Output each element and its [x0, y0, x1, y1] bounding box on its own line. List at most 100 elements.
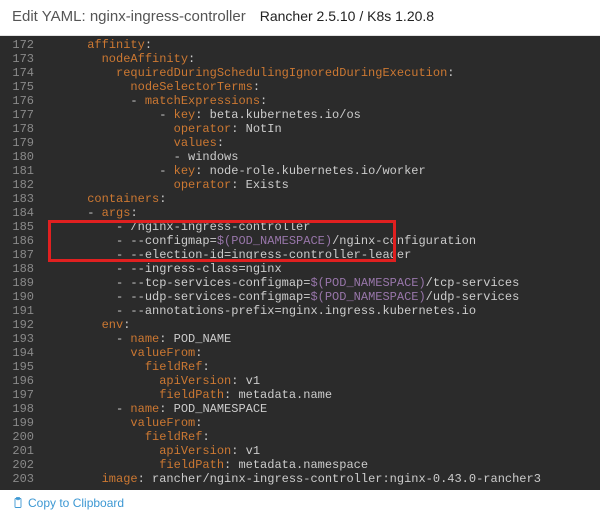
line-content[interactable]: image: rancher/nginx-ingress-controller:…	[44, 472, 600, 486]
code-line[interactable]: 189 - --tcp-services-configmap=$(POD_NAM…	[0, 276, 600, 290]
line-content[interactable]: - key: node-role.kubernetes.io/worker	[44, 164, 600, 178]
code-line[interactable]: 177 - key: beta.kubernetes.io/os	[0, 108, 600, 122]
code-line[interactable]: 201 apiVersion: v1	[0, 444, 600, 458]
line-content[interactable]: - windows	[44, 150, 600, 164]
line-number: 174	[0, 66, 44, 80]
line-content[interactable]: - --udp-services-configmap=$(POD_NAMESPA…	[44, 290, 600, 304]
line-number: 192	[0, 318, 44, 332]
line-content[interactable]: operator: Exists	[44, 178, 600, 192]
line-number: 187	[0, 248, 44, 262]
line-number: 193	[0, 332, 44, 346]
line-number: 177	[0, 108, 44, 122]
code-line[interactable]: 191 - --annotations-prefix=nginx.ingress…	[0, 304, 600, 318]
line-content[interactable]: affinity:	[44, 38, 600, 52]
code-line[interactable]: 190 - --udp-services-configmap=$(POD_NAM…	[0, 290, 600, 304]
line-content[interactable]: fieldPath: metadata.name	[44, 388, 600, 402]
line-content[interactable]: valueFrom:	[44, 416, 600, 430]
code-line[interactable]: 185 - /nginx-ingress-controller	[0, 220, 600, 234]
code-line[interactable]: 197 fieldPath: metadata.name	[0, 388, 600, 402]
line-number: 189	[0, 276, 44, 290]
line-number: 172	[0, 38, 44, 52]
line-content[interactable]: values:	[44, 136, 600, 150]
line-content[interactable]: fieldRef:	[44, 360, 600, 374]
line-number: 199	[0, 416, 44, 430]
line-number: 191	[0, 304, 44, 318]
yaml-editor[interactable]: 172 affinity:173 nodeAffinity:174 requir…	[0, 36, 600, 490]
line-content[interactable]: fieldPath: metadata.namespace	[44, 458, 600, 472]
code-line[interactable]: 173 nodeAffinity:	[0, 52, 600, 66]
title-prefix: Edit YAML:	[12, 8, 86, 25]
code-line[interactable]: 198 - name: POD_NAMESPACE	[0, 402, 600, 416]
line-number: 194	[0, 346, 44, 360]
line-content[interactable]: - --ingress-class=nginx	[44, 262, 600, 276]
line-content[interactable]: env:	[44, 318, 600, 332]
line-number: 201	[0, 444, 44, 458]
line-content[interactable]: apiVersion: v1	[44, 374, 600, 388]
page-title: Edit YAML: nginx-ingress-controller	[12, 8, 246, 25]
code-line[interactable]: 180 - windows	[0, 150, 600, 164]
code-line[interactable]: 184 - args:	[0, 206, 600, 220]
code-line[interactable]: 200 fieldRef:	[0, 430, 600, 444]
line-number: 203	[0, 472, 44, 486]
line-content[interactable]: - --annotations-prefix=nginx.ingress.kub…	[44, 304, 600, 318]
line-content[interactable]: - key: beta.kubernetes.io/os	[44, 108, 600, 122]
code-line[interactable]: 194 valueFrom:	[0, 346, 600, 360]
line-number: 183	[0, 192, 44, 206]
editor-footer: Copy to Clipboard	[0, 490, 600, 518]
code-line[interactable]: 203 image: rancher/nginx-ingress-control…	[0, 472, 600, 486]
line-number: 173	[0, 52, 44, 66]
line-number: 184	[0, 206, 44, 220]
code-line[interactable]: 176 - matchExpressions:	[0, 94, 600, 108]
code-line[interactable]: 182 operator: Exists	[0, 178, 600, 192]
code-line[interactable]: 175 nodeSelectorTerms:	[0, 80, 600, 94]
line-number: 180	[0, 150, 44, 164]
code-line[interactable]: 179 values:	[0, 136, 600, 150]
line-content[interactable]: nodeAffinity:	[44, 52, 600, 66]
code-line[interactable]: 193 - name: POD_NAME	[0, 332, 600, 346]
line-content[interactable]: - --election-id=ingress-controller-leade…	[44, 248, 600, 262]
clipboard-icon	[12, 497, 24, 509]
line-content[interactable]: fieldRef:	[44, 430, 600, 444]
line-number: 200	[0, 430, 44, 444]
line-number: 198	[0, 402, 44, 416]
code-line[interactable]: 178 operator: NotIn	[0, 122, 600, 136]
code-line[interactable]: 172 affinity:	[0, 38, 600, 52]
line-number: 179	[0, 136, 44, 150]
line-content[interactable]: - --tcp-services-configmap=$(POD_NAMESPA…	[44, 276, 600, 290]
copy-to-clipboard-button[interactable]: Copy to Clipboard	[12, 496, 124, 510]
line-content[interactable]: requiredDuringSchedulingIgnoredDuringExe…	[44, 66, 600, 80]
line-number: 188	[0, 262, 44, 276]
line-number: 176	[0, 94, 44, 108]
line-content[interactable]: - /nginx-ingress-controller	[44, 220, 600, 234]
line-content[interactable]: - name: POD_NAMESPACE	[44, 402, 600, 416]
code-line[interactable]: 187 - --election-id=ingress-controller-l…	[0, 248, 600, 262]
line-content[interactable]: apiVersion: v1	[44, 444, 600, 458]
line-number: 197	[0, 388, 44, 402]
code-line[interactable]: 183 containers:	[0, 192, 600, 206]
line-content[interactable]: operator: NotIn	[44, 122, 600, 136]
editor-header: Edit YAML: nginx-ingress-controller Ranc…	[0, 0, 600, 36]
line-content[interactable]: - matchExpressions:	[44, 94, 600, 108]
line-number: 182	[0, 178, 44, 192]
line-number: 178	[0, 122, 44, 136]
line-content[interactable]: containers:	[44, 192, 600, 206]
line-number: 181	[0, 164, 44, 178]
version-label: Rancher 2.5.10 / K8s 1.20.8	[260, 8, 434, 24]
code-line[interactable]: 196 apiVersion: v1	[0, 374, 600, 388]
line-content[interactable]: valueFrom:	[44, 346, 600, 360]
code-line[interactable]: 186 - --configmap=$(POD_NAMESPACE)/nginx…	[0, 234, 600, 248]
code-line[interactable]: 202 fieldPath: metadata.namespace	[0, 458, 600, 472]
code-line[interactable]: 192 env:	[0, 318, 600, 332]
line-content[interactable]: nodeSelectorTerms:	[44, 80, 600, 94]
code-line[interactable]: 174 requiredDuringSchedulingIgnoredDurin…	[0, 66, 600, 80]
line-content[interactable]: - name: POD_NAME	[44, 332, 600, 346]
line-content[interactable]: - args:	[44, 206, 600, 220]
line-content[interactable]: - --configmap=$(POD_NAMESPACE)/nginx-con…	[44, 234, 600, 248]
code-line[interactable]: 199 valueFrom:	[0, 416, 600, 430]
line-number: 185	[0, 220, 44, 234]
line-number: 186	[0, 234, 44, 248]
line-number: 196	[0, 374, 44, 388]
code-line[interactable]: 188 - --ingress-class=nginx	[0, 262, 600, 276]
code-line[interactable]: 195 fieldRef:	[0, 360, 600, 374]
code-line[interactable]: 181 - key: node-role.kubernetes.io/worke…	[0, 164, 600, 178]
